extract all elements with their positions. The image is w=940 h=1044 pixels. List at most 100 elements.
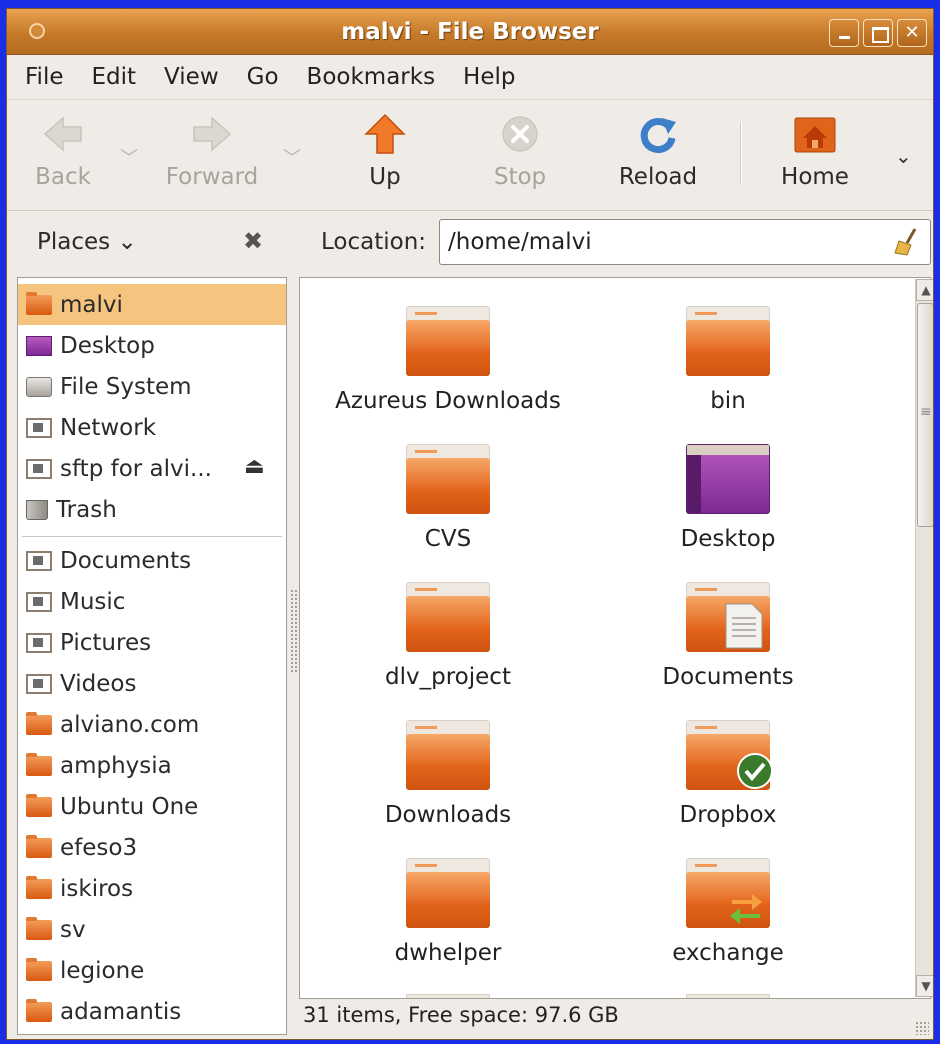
menu-go[interactable]: Go <box>247 64 279 90</box>
file-item-dwhelper[interactable]: dwhelper <box>308 858 588 966</box>
back-button[interactable]: Back <box>31 112 95 190</box>
window-controls: ✕ <box>829 19 927 47</box>
folder-icon <box>406 858 490 928</box>
network-icon <box>26 417 52 438</box>
sidebar-item-efeso3[interactable]: efeso3 <box>18 827 286 868</box>
sidebar-item-music[interactable]: Music <box>18 581 286 622</box>
file-item-downloads[interactable]: Downloads <box>308 720 588 828</box>
maximize-button[interactable] <box>863 19 893 47</box>
sidebar-item-label: alviano.com <box>60 711 200 738</box>
file-item-label: Desktop <box>680 526 776 552</box>
sidebar-item-label: Documents <box>60 547 192 574</box>
menu-bookmarks[interactable]: Bookmarks <box>307 64 436 90</box>
sidebar-item-label: legione <box>60 957 145 984</box>
home-button[interactable]: Home <box>777 112 853 190</box>
menu-view[interactable]: View <box>164 64 219 90</box>
places-sidebar: malvi Desktop File System Network sftp f… <box>17 277 287 1035</box>
sidebar-item-videos[interactable]: Videos <box>18 663 286 704</box>
folder-icon <box>406 720 490 790</box>
close-button[interactable]: ✕ <box>897 19 927 47</box>
scroll-down-arrow-icon[interactable]: ▼ <box>916 975 933 997</box>
location-input[interactable] <box>439 219 931 265</box>
reload-label: Reload <box>618 164 698 190</box>
scrollbar-thumb[interactable] <box>917 303 933 527</box>
folder-icon <box>406 444 490 514</box>
sidebar-item-adamantis[interactable]: adamantis <box>18 991 286 1032</box>
file-item-azureus-downloads[interactable]: Azureus Downloads <box>308 306 588 414</box>
sidebar-divider <box>22 536 282 537</box>
folder-icon <box>406 306 490 376</box>
sidebar-item-file-system[interactable]: File System <box>18 366 286 407</box>
sidebar-item-documents[interactable]: Documents <box>18 540 286 581</box>
back-history-chevron-icon[interactable]: ﹀ <box>120 144 138 170</box>
shared-folder-icon <box>686 858 770 928</box>
back-label: Back <box>35 164 91 190</box>
file-item-label: Documents <box>662 664 794 690</box>
sidebar-item-label: sftp for alvi... <box>60 455 212 482</box>
menu-help[interactable]: Help <box>463 64 515 90</box>
sidebar-item-legione[interactable]: legione <box>18 950 286 991</box>
folder-icon <box>26 957 52 981</box>
file-item-bin[interactable]: bin <box>588 306 868 414</box>
sidebar-item-label: malvi <box>60 291 123 318</box>
minimize-button[interactable] <box>829 19 859 47</box>
window-resize-grip[interactable] <box>915 1021 929 1035</box>
dropbox-synced-folder-icon <box>686 720 773 790</box>
folder-icon <box>686 306 770 376</box>
sidebar-item-label: File System <box>60 373 192 400</box>
sidebar-item-amphysia[interactable]: amphysia <box>18 745 286 786</box>
stop-button[interactable]: Stop <box>487 112 553 190</box>
file-item-exchange[interactable]: exchange <box>588 858 868 966</box>
forward-label: Forward <box>165 164 259 190</box>
location-bar: Places ⌄ ✖ Location: <box>7 211 933 275</box>
sidebar-item-label: sv <box>60 916 86 943</box>
sidebar-item-label: Trash <box>56 496 117 523</box>
file-item-documents[interactable]: Documents <box>588 582 868 690</box>
sidebar-item-label: Ubuntu One <box>60 793 199 820</box>
sidebar-item-malvi[interactable]: malvi <box>18 284 286 325</box>
location-label: Location: <box>321 229 427 255</box>
sidebar-item-label: Pictures <box>60 629 152 656</box>
menu-file[interactable]: File <box>25 64 64 90</box>
sidebar-item-pictures[interactable]: Pictures <box>18 622 286 663</box>
eject-icon[interactable]: ⏏ <box>244 454 265 479</box>
folder-icon <box>26 793 52 817</box>
up-arrow-icon <box>363 112 407 156</box>
title-bar[interactable]: malvi - File Browser ✕ <box>7 9 933 55</box>
file-item-label: Downloads <box>384 802 512 828</box>
file-item-label: CVS <box>424 526 472 552</box>
places-dropdown[interactable]: Places ⌄ <box>37 229 137 255</box>
vertical-scrollbar[interactable]: ▲ ▼ <box>915 279 933 997</box>
menu-edit[interactable]: Edit <box>92 64 137 90</box>
sidebar-item-label: Desktop <box>60 332 155 359</box>
sidebar-item-sv[interactable]: sv <box>18 909 286 950</box>
up-button[interactable]: Up <box>357 112 413 190</box>
file-item-dropbox[interactable]: Dropbox <box>588 720 868 828</box>
sidebar-item-label: Network <box>60 414 157 441</box>
forward-history-chevron-icon[interactable]: ﹀ <box>283 144 301 170</box>
sidebar-item-ubuntu-one[interactable]: Ubuntu One <box>18 786 286 827</box>
close-sidebar-icon[interactable]: ✖ <box>243 227 263 255</box>
sidebar-item-network[interactable]: Network <box>18 407 286 448</box>
forward-button[interactable]: Forward <box>157 112 267 190</box>
file-item-dlv-project[interactable]: dlv_project <box>308 582 588 690</box>
home-label: Home <box>781 164 849 190</box>
clear-location-broom-icon[interactable] <box>893 227 921 263</box>
file-item-cvs[interactable]: CVS <box>308 444 588 552</box>
sidebar-item-alviano[interactable]: alviano.com <box>18 704 286 745</box>
folder-icon <box>26 834 52 858</box>
scroll-up-arrow-icon[interactable]: ▲ <box>916 279 933 301</box>
sidebar-item-trash[interactable]: Trash <box>18 489 286 530</box>
toolbar-overflow-chevron-icon[interactable]: ⌄ <box>895 144 912 168</box>
forward-arrow-icon <box>190 112 234 156</box>
network-folder-icon <box>26 458 52 479</box>
reload-button[interactable]: Reload <box>613 112 703 190</box>
sidebar-item-iskiros[interactable]: iskiros <box>18 868 286 909</box>
file-item-desktop[interactable]: Desktop <box>588 444 868 552</box>
sidebar-item-label: Music <box>60 588 126 615</box>
file-item-label: dwhelper <box>394 940 502 966</box>
sidebar-item-desktop[interactable]: Desktop <box>18 325 286 366</box>
home-folder-icon <box>26 291 52 315</box>
sidebar-item-label: Videos <box>60 670 137 697</box>
pane-splitter-handle[interactable] <box>290 589 298 673</box>
